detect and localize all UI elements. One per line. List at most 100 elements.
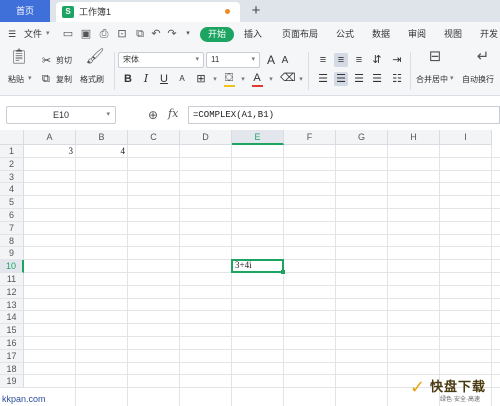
menu-review[interactable]: 审阅 bbox=[408, 22, 426, 46]
row-header-6[interactable]: 6 bbox=[0, 209, 24, 222]
undo-icon[interactable]: ↶ bbox=[150, 28, 162, 40]
scissors-icon[interactable]: ✂ bbox=[42, 54, 51, 67]
indent-icon[interactable]: ⇥ bbox=[390, 53, 404, 67]
more-chevron-icon[interactable]: ▾ bbox=[182, 28, 194, 40]
cell-e10[interactable]: 3+4i bbox=[231, 259, 284, 273]
bold-icon[interactable]: B bbox=[121, 72, 135, 86]
align-center-icon[interactable]: ☰ bbox=[334, 72, 348, 86]
save-icon[interactable]: ▣ bbox=[80, 28, 92, 40]
zoom-icon[interactable]: ⊕ bbox=[148, 108, 158, 122]
align-top-icon[interactable]: ≡ bbox=[316, 53, 330, 67]
menu-insert[interactable]: 插入 bbox=[244, 22, 262, 46]
column-header-f[interactable]: F bbox=[284, 130, 336, 145]
strikethrough-icon[interactable]: A bbox=[175, 72, 189, 86]
font-color-icon[interactable]: A bbox=[250, 71, 264, 85]
borders-chevron-icon[interactable]: ▾ bbox=[208, 73, 222, 87]
workbook-title: 工作簿1 bbox=[79, 7, 112, 17]
formula-input[interactable]: =COMPLEX(A1,B1) bbox=[188, 106, 500, 124]
spreadsheet-grid[interactable]: A B C D E F G H I 1 2 3 4 5 6 7 8 9 10 11 12 13 14 15 16 17 18 19 3 4… bbox=[0, 130, 500, 406]
row-header-8[interactable]: 8 bbox=[0, 234, 24, 248]
copy-icon[interactable]: ⧉ bbox=[42, 73, 50, 86]
align-right-icon[interactable]: ☰ bbox=[352, 72, 366, 86]
tab-workbook[interactable]: S 工作簿1 bbox=[56, 2, 240, 22]
paste-chevron-icon[interactable]: ▾ bbox=[28, 74, 32, 82]
fill-chevron-icon[interactable]: ▾ bbox=[236, 73, 250, 87]
justify-icon[interactable]: ☰ bbox=[370, 72, 384, 86]
row-header-7[interactable]: 7 bbox=[0, 221, 24, 235]
row-header-4[interactable]: 4 bbox=[0, 183, 24, 197]
row-header-10[interactable]: 10 bbox=[0, 260, 24, 273]
font-color-chevron-icon[interactable]: ▾ bbox=[264, 73, 278, 87]
column-header-g[interactable]: G bbox=[336, 130, 388, 145]
print-icon[interactable]: ⎙ bbox=[98, 28, 110, 40]
align-bottom-icon[interactable]: ≡ bbox=[352, 53, 366, 67]
cell-a1[interactable]: 3 bbox=[24, 145, 76, 158]
menu-data[interactable]: 数据 bbox=[372, 22, 390, 46]
row-header-12[interactable]: 12 bbox=[0, 285, 24, 299]
select-all-corner[interactable] bbox=[0, 130, 24, 145]
menu-developer[interactable]: 开发 bbox=[480, 22, 498, 46]
chevron-down-icon[interactable]: ▾ bbox=[46, 22, 50, 46]
column-header-c[interactable]: C bbox=[128, 130, 180, 145]
font-name-select[interactable]: 宋体 ▾ bbox=[118, 52, 204, 68]
row-header-15[interactable]: 15 bbox=[0, 324, 24, 337]
merge-center-button[interactable]: ⊟ bbox=[424, 48, 446, 66]
cell-b1[interactable]: 4 bbox=[76, 145, 128, 158]
distributed-icon[interactable]: ☷ bbox=[390, 72, 404, 86]
redo-icon[interactable]: ↷ bbox=[166, 28, 178, 40]
wrap-text-button[interactable]: ↵ bbox=[472, 48, 494, 66]
row-header-19[interactable]: 19 bbox=[0, 375, 24, 389]
cut-button[interactable]: 剪切 bbox=[56, 55, 72, 66]
row-header-13[interactable]: 13 bbox=[0, 298, 24, 312]
align-left-icon[interactable]: ☰ bbox=[316, 72, 330, 86]
menu-view[interactable]: 视图 bbox=[444, 22, 462, 46]
format-painter-button[interactable]: 🖌︎ bbox=[84, 48, 106, 66]
fill-handle[interactable] bbox=[281, 270, 285, 274]
column-header-i[interactable]: I bbox=[440, 130, 492, 145]
column-header-d[interactable]: D bbox=[180, 130, 232, 145]
font-size-select[interactable]: 11 ▾ bbox=[206, 52, 260, 68]
row-header-11[interactable]: 11 bbox=[0, 273, 24, 286]
row-header-1[interactable]: 1 bbox=[0, 145, 24, 158]
column-header-b[interactable]: B bbox=[76, 130, 128, 145]
row-header-3[interactable]: 3 bbox=[0, 170, 24, 184]
hamburger-icon[interactable]: ☰ bbox=[8, 22, 16, 46]
column-header-h[interactable]: H bbox=[388, 130, 440, 145]
row-header-2[interactable]: 2 bbox=[0, 157, 24, 171]
tab-home[interactable]: 首页 bbox=[0, 0, 50, 22]
fill-color-swatch bbox=[224, 85, 235, 87]
row-header-18[interactable]: 18 bbox=[0, 362, 24, 376]
menu-page-layout[interactable]: 页面布局 bbox=[282, 22, 318, 46]
decrease-font-icon[interactable]: A bbox=[278, 54, 292, 68]
paste-button[interactable]: 📋︎ bbox=[8, 48, 30, 66]
column-header-a[interactable]: A bbox=[24, 130, 76, 145]
clear-format-icon[interactable]: ⌫ bbox=[280, 71, 296, 85]
underline-icon[interactable]: U bbox=[157, 72, 171, 86]
open-icon[interactable]: ▭ bbox=[62, 28, 74, 40]
row-header-5[interactable]: 5 bbox=[0, 196, 24, 209]
menu-formulas[interactable]: 公式 bbox=[336, 22, 354, 46]
copy-button[interactable]: 复制 bbox=[56, 74, 72, 85]
clear-chevron-icon[interactable]: ▾ bbox=[294, 73, 308, 87]
align-middle-icon[interactable]: ≡ bbox=[334, 53, 348, 67]
increase-font-icon[interactable]: A bbox=[264, 53, 278, 67]
text-direction-icon[interactable]: ⇵ bbox=[370, 53, 384, 67]
export-icon[interactable]: ⧉ bbox=[134, 28, 146, 40]
merge-chevron-icon[interactable]: ▾ bbox=[450, 74, 454, 82]
print-preview-icon[interactable]: ⊡ bbox=[116, 28, 128, 40]
row-header-14[interactable]: 14 bbox=[0, 311, 24, 325]
row-header-17[interactable]: 17 bbox=[0, 349, 24, 363]
menu-start[interactable]: 开始 bbox=[200, 27, 234, 42]
column-header-e[interactable]: E bbox=[232, 130, 284, 145]
new-tab-button[interactable]: + bbox=[248, 0, 264, 22]
row-header-9[interactable]: 9 bbox=[0, 247, 24, 261]
menu-file[interactable]: 文件 bbox=[24, 22, 42, 46]
fill-color-icon[interactable]: ⛋ bbox=[222, 71, 236, 85]
menu-row: ☰ 文件 ▾ ▭ ▣ ⎙ ⊡ ⧉ ↶ ↷ ▾ 开始 插入 页面布局 公式 数据 … bbox=[0, 22, 500, 46]
name-box[interactable]: E10 ▾ bbox=[6, 106, 116, 124]
fx-icon[interactable]: fx bbox=[168, 107, 178, 120]
borders-icon[interactable]: ⊞ bbox=[194, 72, 208, 86]
row-header-16[interactable]: 16 bbox=[0, 337, 24, 350]
italic-icon[interactable]: I bbox=[139, 72, 153, 86]
gridline bbox=[24, 348, 500, 350]
